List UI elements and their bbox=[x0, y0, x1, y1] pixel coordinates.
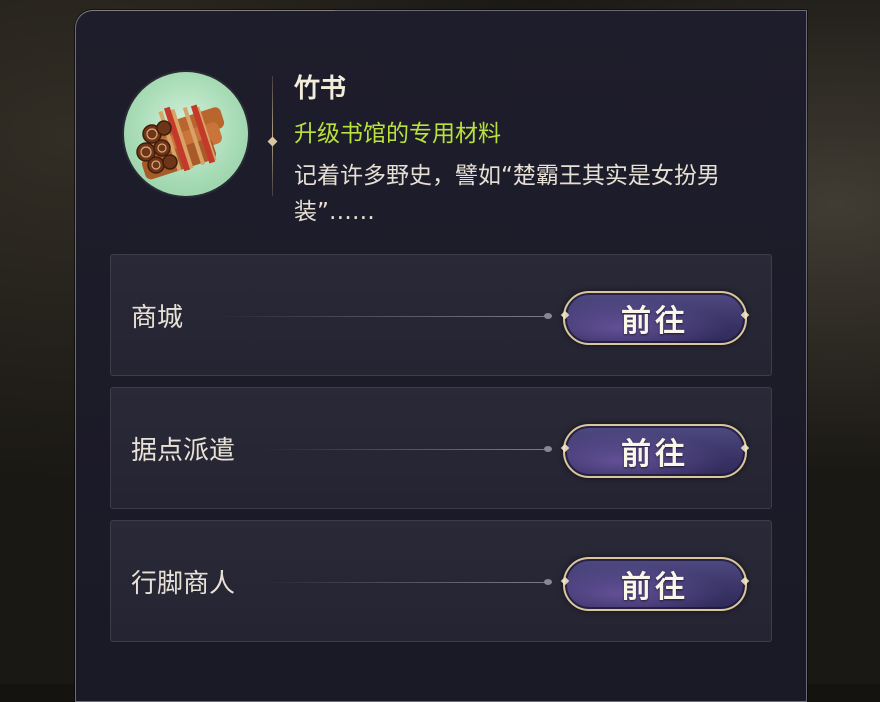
item-description: 记着许多野史，譬如“楚霸王其实是女扮男装”…… bbox=[294, 163, 720, 225]
source-label: 据点派遣 bbox=[131, 436, 236, 466]
go-button[interactable]: 前往 bbox=[560, 291, 750, 345]
go-button[interactable]: 前往 bbox=[560, 557, 750, 611]
row-connector-line bbox=[211, 316, 546, 317]
row-connector-line bbox=[261, 582, 546, 583]
source-row-dispatch: 据点派遣 前往 bbox=[110, 387, 772, 509]
item-usage: 升级书馆的专用材料 bbox=[294, 121, 501, 147]
source-label: 行脚商人 bbox=[131, 569, 236, 599]
source-row-merchant: 行脚商人 前往 bbox=[110, 520, 772, 642]
row-connector-dot bbox=[544, 579, 552, 585]
row-connector-dot bbox=[544, 446, 552, 452]
button-ornament bbox=[560, 310, 570, 320]
button-ornament bbox=[740, 576, 750, 586]
row-connector-dot bbox=[544, 313, 552, 319]
button-ornament bbox=[740, 310, 750, 320]
go-button-label: 前往 bbox=[621, 437, 689, 472]
button-ornament bbox=[560, 576, 570, 586]
button-ornament bbox=[740, 443, 750, 453]
item-name: 竹书 bbox=[294, 74, 347, 104]
button-ornament bbox=[560, 443, 570, 453]
bamboo-scroll-bundle-icon bbox=[124, 72, 248, 196]
go-button[interactable]: 前往 bbox=[560, 424, 750, 478]
go-button-label: 前往 bbox=[621, 570, 689, 605]
go-button-label: 前往 bbox=[621, 304, 689, 339]
source-label: 商城 bbox=[131, 303, 184, 333]
row-connector-line bbox=[261, 449, 546, 450]
source-row-shop: 商城 前往 bbox=[110, 254, 772, 376]
